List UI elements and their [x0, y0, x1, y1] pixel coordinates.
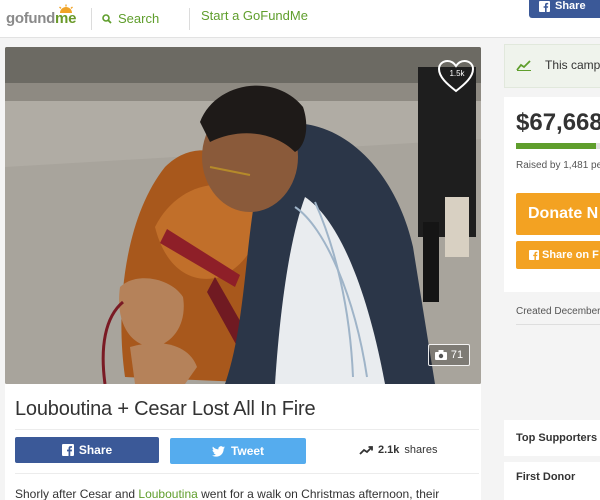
campaign-card: Louboutina + Cesar Lost All In Fire Shar…	[5, 384, 481, 500]
donation-panel: $67,668 Raised by 1,481 pe Donate N Shar…	[504, 97, 600, 292]
header-divider	[189, 8, 190, 30]
photo-count-label: 71	[450, 349, 464, 361]
facebook-icon	[529, 250, 539, 260]
start-gofundme-link[interactable]: Start a GoFundMe	[201, 8, 308, 23]
first-donor-heading: First Donor	[516, 471, 576, 483]
campaign-title: Louboutina + Cesar Lost All In Fire	[15, 398, 316, 420]
camera-icon	[434, 350, 447, 360]
search-icon	[102, 13, 112, 24]
campaign-photo[interactable]: 1.5k 71	[5, 47, 481, 384]
first-donor-panel[interactable]: First Donor	[504, 462, 600, 500]
sun-logo-icon	[59, 4, 73, 13]
top-supporters-heading: Top Supporters	[516, 432, 598, 444]
facebook-icon	[61, 444, 74, 456]
donate-now-button[interactable]: Donate N	[516, 193, 600, 235]
share-count: 2.1k shares	[359, 444, 437, 456]
progress-bar	[516, 143, 600, 149]
trending-text: This camp	[545, 58, 600, 72]
created-date: Created December	[516, 306, 600, 317]
amount-raised: $67,668	[516, 109, 600, 136]
facebook-share-button[interactable]: Share	[15, 437, 159, 463]
raised-by-text: Raised by 1,481 pe	[516, 160, 600, 171]
tweet-button[interactable]: Tweet	[170, 438, 306, 464]
search-link[interactable]: Search	[102, 11, 159, 26]
photo-illustration	[5, 47, 481, 384]
header-divider	[91, 8, 92, 30]
divider	[15, 429, 479, 430]
trending-up-icon	[516, 60, 531, 71]
site-header: gofundme Search Start a GoFundMe	[0, 0, 600, 38]
facebook-icon	[539, 0, 550, 12]
facebook-share-label: Share	[78, 443, 113, 457]
top-supporters-panel[interactable]: Top Supporters	[504, 420, 600, 456]
search-label: Search	[118, 11, 160, 26]
likes-count: 1.5k	[449, 69, 465, 78]
share-count-word: shares	[404, 444, 438, 456]
share-on-facebook-label: Share on F	[542, 249, 599, 261]
twitter-icon	[211, 445, 225, 457]
divider	[15, 473, 479, 474]
progress-fill	[516, 143, 596, 149]
divider	[516, 324, 600, 325]
photo-gallery-button[interactable]: 71	[428, 344, 470, 366]
trending-up-icon	[359, 446, 373, 455]
trending-banner: This camp	[504, 44, 600, 88]
story-link[interactable]: Louboutina	[138, 487, 197, 500]
share-on-facebook-button[interactable]: Share on F	[516, 241, 600, 269]
tweet-label: Tweet	[230, 444, 265, 458]
share-count-value: 2.1k	[378, 444, 400, 456]
header-share-button[interactable]: Share	[529, 0, 600, 18]
header-share-label: Share	[555, 0, 586, 12]
campaign-story: Shorly after Cesar and Louboutina went f…	[15, 487, 440, 500]
